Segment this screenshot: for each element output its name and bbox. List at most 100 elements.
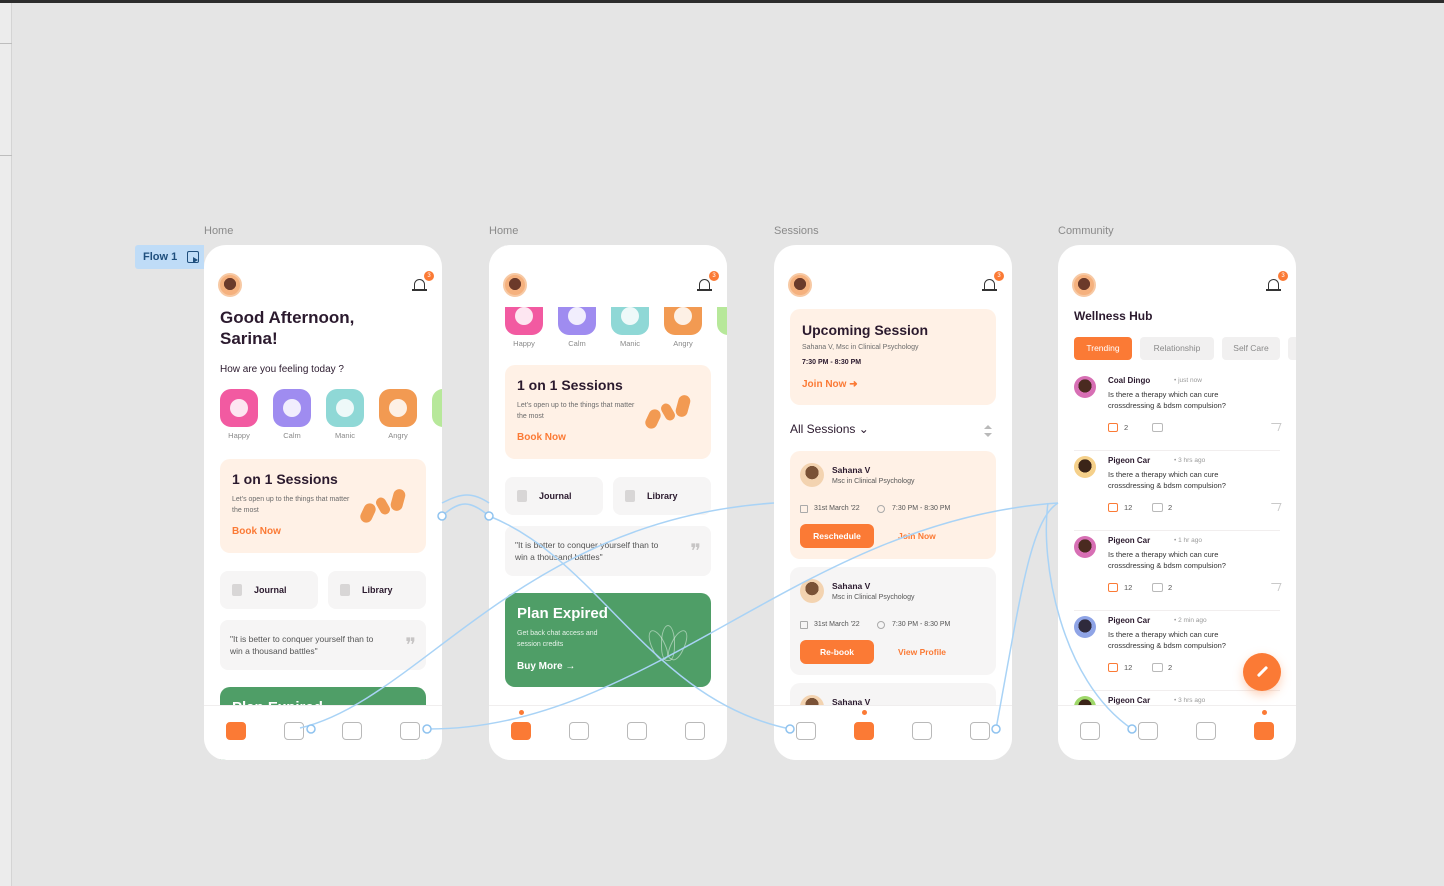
chip-relationship[interactable]: Relationship: [1140, 337, 1214, 360]
plan-title: Plan Expired: [517, 605, 608, 622]
session-item[interactable]: Sahana V Msc in Clinical Psychology 31st…: [790, 451, 996, 559]
plan-card[interactable]: Plan Expired Get back chat access and se…: [505, 593, 711, 687]
bell-icon[interactable]: 3: [982, 271, 1004, 293]
comment-icon[interactable]: [1152, 503, 1163, 512]
buy-more-link[interactable]: Buy More →: [517, 661, 575, 672]
mood-more[interactable]: [432, 389, 442, 440]
tab-chat[interactable]: [627, 722, 647, 740]
post-item[interactable]: Pigeon Car • 3 hrs ago Is there a therap…: [1074, 453, 1282, 531]
post-time: • just now: [1174, 377, 1202, 384]
tab-home[interactable]: [226, 722, 246, 740]
frame-label-community[interactable]: Community: [1058, 225, 1114, 237]
tab-chat[interactable]: [1196, 722, 1216, 740]
sort-icon[interactable]: [984, 425, 992, 437]
arrow-circle-icon: ➜: [849, 379, 858, 390]
like-icon[interactable]: [1108, 583, 1118, 592]
mood-angry[interactable]: Angry: [379, 389, 417, 440]
share-icon[interactable]: [1268, 503, 1282, 511]
tab-sessions[interactable]: [1138, 722, 1158, 740]
bell-icon[interactable]: 3: [412, 271, 434, 293]
comment-icon[interactable]: [1152, 423, 1163, 432]
chip-self-care[interactable]: Self Care: [1222, 337, 1280, 360]
share-icon[interactable]: [1268, 423, 1282, 431]
notification-badge: 3: [994, 271, 1004, 281]
post-item[interactable]: Coal Dingo • just now Is there a therapy…: [1074, 373, 1282, 451]
join-now-link[interactable]: Join Now ➜: [802, 379, 858, 390]
tab-home[interactable]: [511, 710, 531, 740]
comment-icon[interactable]: [1152, 583, 1163, 592]
page-title: Wellness Hub: [1074, 309, 1153, 323]
library-button[interactable]: Library: [328, 571, 426, 609]
like-icon[interactable]: [1108, 423, 1118, 432]
compose-button[interactable]: [1243, 653, 1281, 691]
tab-bar: [489, 705, 727, 760]
view-profile-button[interactable]: View Profile: [898, 640, 946, 664]
comment-count: 2: [1168, 663, 1173, 672]
avatar[interactable]: [1072, 273, 1096, 297]
rebook-button[interactable]: Re-book: [800, 640, 874, 664]
avatar[interactable]: [218, 273, 242, 297]
chip-more[interactable]: [1288, 337, 1296, 360]
calendar-icon: [800, 621, 808, 629]
spiral-icon: [326, 389, 364, 427]
reschedule-button[interactable]: Reschedule: [800, 524, 874, 548]
active-dot: [1262, 710, 1267, 715]
tab-chat[interactable]: [912, 722, 932, 740]
share-icon[interactable]: [1268, 583, 1282, 591]
book-now-link[interactable]: Book Now: [232, 526, 281, 537]
post-time-value: 2 min ago: [1178, 617, 1207, 624]
tab-sessions[interactable]: [854, 710, 874, 740]
active-dot: [862, 710, 867, 715]
library-button[interactable]: Library: [613, 477, 711, 515]
sessions-card[interactable]: 1 on 1 Sessions Let's open up to the thi…: [505, 365, 711, 459]
upcoming-session-card[interactable]: Upcoming Session Sahana V, Msc in Clinic…: [790, 309, 996, 405]
mood-happy[interactable]: Happy: [220, 389, 258, 440]
mood-label: Happy: [513, 339, 535, 348]
like-count: 12: [1124, 663, 1133, 672]
like-icon[interactable]: [1108, 663, 1118, 672]
post-item[interactable]: Pigeon Car • 1 hr ago Is there a therapy…: [1074, 533, 1282, 611]
user-name: Sarina!: [220, 329, 278, 348]
chip-trending[interactable]: Trending: [1074, 337, 1132, 360]
tab-sessions[interactable]: [569, 722, 589, 740]
sessions-card[interactable]: 1 on 1 Sessions Let's open up to the thi…: [220, 459, 426, 553]
book-now-link[interactable]: Book Now: [517, 432, 566, 443]
journal-button[interactable]: Journal: [220, 571, 318, 609]
avatar[interactable]: [788, 273, 812, 297]
tab-sessions[interactable]: [284, 722, 304, 740]
mood-manic[interactable]: Manic: [326, 389, 364, 440]
flow-label: Flow 1: [143, 251, 178, 263]
tab-community[interactable]: [400, 722, 420, 740]
frame-label-home-2[interactable]: Home: [489, 225, 518, 237]
all-sessions-label: All Sessions: [790, 422, 856, 436]
tab-chat[interactable]: [342, 722, 362, 740]
flow-starting-point[interactable]: Flow 1: [135, 245, 204, 269]
bell-icon[interactable]: 3: [1266, 271, 1288, 293]
join-now-button[interactable]: Join Now: [898, 524, 936, 548]
like-icon[interactable]: [1108, 503, 1118, 512]
tab-home[interactable]: [796, 722, 816, 740]
mood-label: Happy: [228, 431, 250, 440]
mood-calm[interactable]: Calm: [273, 389, 311, 440]
happy-icon: [220, 389, 258, 427]
upcoming-therapist: Sahana V, Msc in Clinical Psychology: [802, 344, 919, 351]
frame-label-sessions[interactable]: Sessions: [774, 225, 819, 237]
sessions-illustration: [643, 393, 693, 431]
tab-community[interactable]: [1254, 710, 1274, 740]
all-sessions-dropdown[interactable]: All Sessions ⌄: [790, 422, 869, 436]
frame-label-home[interactable]: Home: [204, 225, 233, 237]
bell-icon[interactable]: 3: [697, 271, 719, 293]
session-item[interactable]: Sahana V Msc in Clinical Psychology 31st…: [790, 567, 996, 675]
upcoming-title: Upcoming Session: [802, 322, 929, 338]
tab-community[interactable]: [685, 722, 705, 740]
therapist-degree: Msc in Clinical Psychology: [832, 594, 915, 601]
tab-home[interactable]: [1080, 722, 1100, 740]
user-avatar: [1074, 376, 1096, 398]
journal-button[interactable]: Journal: [505, 477, 603, 515]
avatar[interactable]: [503, 273, 527, 297]
community-icon: [970, 722, 990, 740]
quote-icon: ❞: [690, 539, 701, 563]
tab-community[interactable]: [970, 722, 990, 740]
play-flow-icon[interactable]: [187, 251, 199, 263]
comment-icon[interactable]: [1152, 663, 1163, 672]
